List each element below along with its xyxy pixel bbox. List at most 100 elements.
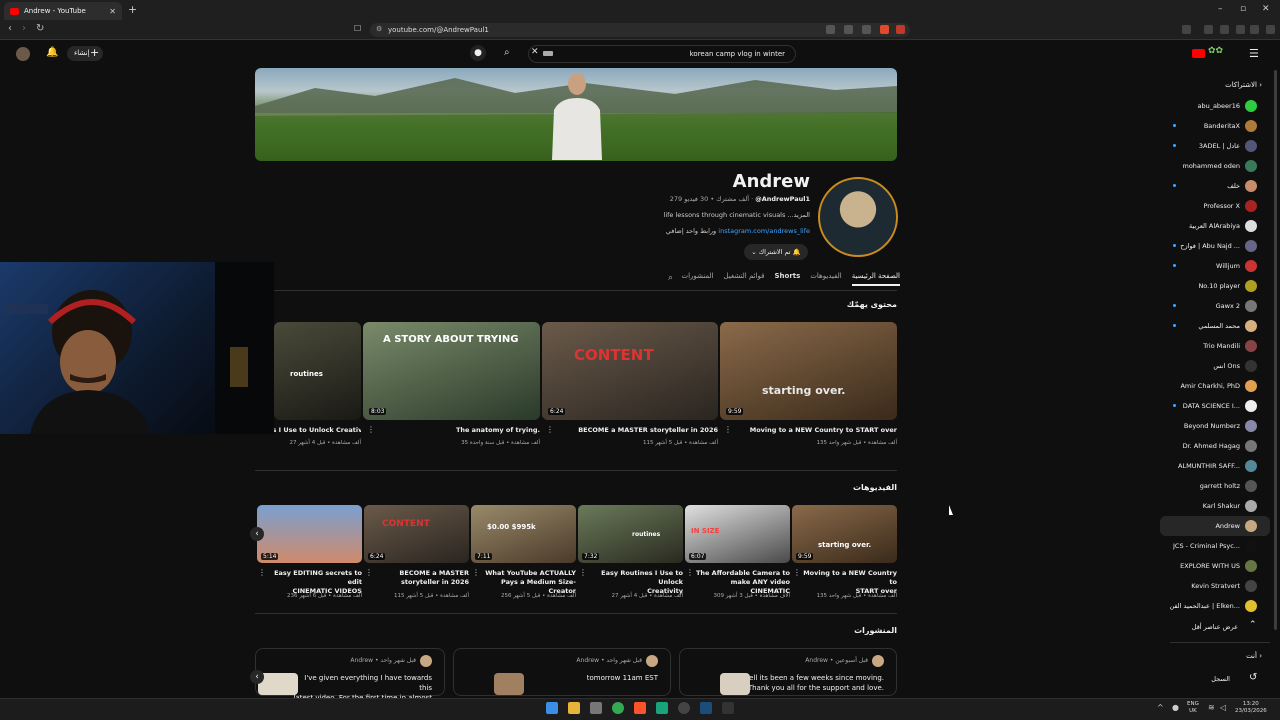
browser-tab[interactable]: Andrew - YouTube ✕ (4, 2, 122, 20)
clear-search-icon[interactable]: ✕ (531, 47, 539, 57)
file-explorer-icon[interactable] (568, 702, 580, 714)
sidebar-item-subscription[interactable]: ALMUNTHIR SAFF... (1160, 456, 1270, 476)
steam-icon[interactable] (700, 702, 712, 714)
brave-rewards-icon[interactable] (896, 25, 905, 34)
sidebar-toggle-icon[interactable] (1182, 25, 1191, 34)
channel-description[interactable]: life lessons through cinematic visuals .… (560, 211, 810, 219)
sidebar-item-subscription[interactable]: garrett holtz (1160, 476, 1270, 496)
post-card[interactable]: Andrew • قبل شهر واحد tomorrow 11am EST (453, 648, 671, 696)
sidebar-item-subscription[interactable]: العربية AlArabiya (1160, 216, 1270, 236)
tab-shorts[interactable]: Shorts (775, 272, 801, 286)
cast-icon[interactable] (844, 25, 853, 34)
sidebar-item-subscription[interactable]: محمد المسلمي (1160, 316, 1270, 336)
wallet-icon[interactable] (1220, 25, 1229, 34)
sidebar-item-subscription[interactable]: Dr. Ahmed Hagag (1160, 436, 1270, 456)
sidebar-item-subscription[interactable]: Karl Shakur (1160, 496, 1270, 516)
microphone-tray-icon[interactable]: ● (1172, 703, 1179, 712)
more-actions-icon[interactable]: ⋮ (472, 568, 480, 577)
account-avatar[interactable] (16, 47, 30, 61)
sidebar-item-subscription[interactable]: Willjum (1160, 256, 1270, 276)
video-title[interactable]: BECOME a MASTER storyteller in 2026 (552, 426, 718, 435)
more-actions-icon[interactable]: ⋮ (579, 568, 587, 577)
video-title[interactable]: What YouTube ACTUALLY Pays a Medium Size-… (479, 569, 576, 596)
new-tab-button[interactable]: + (128, 3, 137, 16)
more-actions-icon[interactable]: ⋮ (686, 568, 694, 577)
video-title[interactable]: ...ts I Use to Unlock Creativity (262, 426, 361, 435)
forward-icon[interactable]: › (22, 23, 26, 34)
more-actions-icon[interactable]: ⋮ (365, 568, 373, 577)
more-actions-icon[interactable]: ⋮ (367, 425, 375, 434)
sidebar-item-subscription[interactable]: Kevin Stratvert (1160, 576, 1270, 596)
video-thumbnail[interactable]: routines 7:32 (578, 505, 683, 563)
reload-icon[interactable]: ↻ (36, 23, 44, 34)
close-window-icon[interactable]: ✕ (1262, 4, 1270, 14)
video-title[interactable]: The anatomy of trying. (373, 426, 540, 435)
translate-icon[interactable] (826, 25, 835, 34)
back-icon[interactable]: ‹ (8, 23, 12, 34)
keyboard-icon[interactable] (543, 51, 553, 56)
you-header[interactable]: أنت › (1160, 652, 1262, 660)
video-thumbnail[interactable]: 5:14 (257, 505, 362, 563)
minimize-icon[interactable]: – (1218, 4, 1223, 14)
post-card[interactable]: Andrew • قبل شهر واحد I've given everyth… (255, 648, 445, 712)
more-actions-icon[interactable]: ⋮ (793, 568, 801, 577)
video-title[interactable]: Easy EDITING secrets to edit CINEMATIC VI… (265, 569, 362, 596)
video-title[interactable]: Easy Routines I Use to Unlock Creativity (586, 569, 683, 596)
browser-menu-icon[interactable] (1266, 25, 1275, 34)
youtube-doodle-logo[interactable]: ✿✿ (1208, 46, 1236, 59)
more-actions-icon[interactable]: ⋮ (724, 425, 732, 434)
extensions-icon[interactable] (1204, 25, 1213, 34)
wifi-icon[interactable]: ≋ (1208, 703, 1215, 712)
maximize-icon[interactable]: ▫ (1240, 4, 1246, 14)
site-info-icon[interactable]: ⚙ (376, 25, 382, 33)
chrome-icon[interactable] (612, 702, 624, 714)
video-title[interactable]: Moving to a NEW Country to START over (730, 426, 897, 435)
microphone-icon[interactable]: ● (470, 45, 486, 61)
tab-posts[interactable]: المنشورات (682, 272, 714, 286)
youtube-logo-icon[interactable] (1192, 49, 1205, 58)
tray-chevron-icon[interactable]: ^ (1157, 703, 1164, 712)
github-icon[interactable] (678, 702, 690, 714)
sidebar-item-subscription[interactable]: Amir Charkhi, PhD (1160, 376, 1270, 396)
vpn-icon[interactable] (1236, 25, 1245, 34)
carousel-prev-icon[interactable]: ‹ (250, 527, 264, 541)
video-thumbnail[interactable]: routines (274, 322, 361, 420)
sidebar-item-subscription[interactable]: عبدالحميد الفن | Elken... (1160, 596, 1270, 616)
post-card[interactable]: Andrew • قبل أسبوعين well its been a few… (679, 648, 897, 696)
video-title[interactable]: The Affordable Camera to make ANY video C… (693, 569, 790, 596)
channel-link-suffix[interactable]: ورابط واحد إضافي (666, 227, 716, 235)
share-icon[interactable] (862, 25, 871, 34)
sidebar-item-subscription[interactable]: JCS - Criminal Psyc... (1160, 536, 1270, 556)
language-indicator[interactable]: ENG UK (1187, 701, 1199, 715)
video-thumbnail[interactable]: $0.00 $995k 7:11 (471, 505, 576, 563)
tab-playlists[interactable]: قوائم التشغيل (724, 272, 765, 286)
sidebar-item-subscription[interactable]: No.10 player (1160, 276, 1270, 296)
sidebar-item-subscription[interactable]: Beyond Numberz (1160, 416, 1270, 436)
sidebar-item-subscription[interactable]: 3ADEL | عادل (1160, 136, 1270, 156)
store-icon[interactable] (590, 702, 602, 714)
sidebar-item-subscription[interactable]: abu_abeer16 (1160, 96, 1270, 116)
app-icon[interactable] (656, 702, 668, 714)
sidebar-item-subscription[interactable]: Trio Mandili (1160, 336, 1270, 356)
sidebar-item-subscription[interactable]: mohammed oden (1160, 156, 1270, 176)
sidebar-item-subscription[interactable]: Professor X (1160, 196, 1270, 216)
search-icon[interactable]: ⌕ (504, 47, 510, 58)
app-icon-2[interactable] (722, 702, 734, 714)
subscriptions-header[interactable]: الاشتراكات › (1160, 81, 1262, 89)
brave-shield-icon[interactable] (880, 25, 889, 34)
sidebar-item-subscription[interactable]: EXPLORE WITH US (1160, 556, 1270, 576)
brave-icon[interactable] (634, 702, 646, 714)
volume-icon[interactable]: ◁ (1220, 703, 1226, 712)
video-thumbnail[interactable]: CONTENT 6:24 (542, 322, 718, 420)
tab-home[interactable]: الصفحة الرئيسية (851, 272, 900, 286)
sidebar-item-subscription[interactable]: فوازح | Abu Najd ... (1160, 236, 1270, 256)
sidebar-item-subscription[interactable]: Gawx 2 (1160, 296, 1270, 316)
channel-avatar[interactable] (818, 177, 898, 257)
windows-start-icon[interactable] (546, 702, 558, 714)
video-thumbnail[interactable]: starting over. 9:59 (720, 322, 897, 420)
guide-menu-icon[interactable]: ☰ (1249, 47, 1259, 60)
sidebar-item-subscription[interactable]: انس Ons (1160, 356, 1270, 376)
video-thumbnail[interactable]: CONTENT 6:24 (364, 505, 469, 563)
carousel-prev-icon[interactable]: ‹ (250, 670, 264, 684)
sidebar-item-subscription[interactable]: خلف (1160, 176, 1270, 196)
